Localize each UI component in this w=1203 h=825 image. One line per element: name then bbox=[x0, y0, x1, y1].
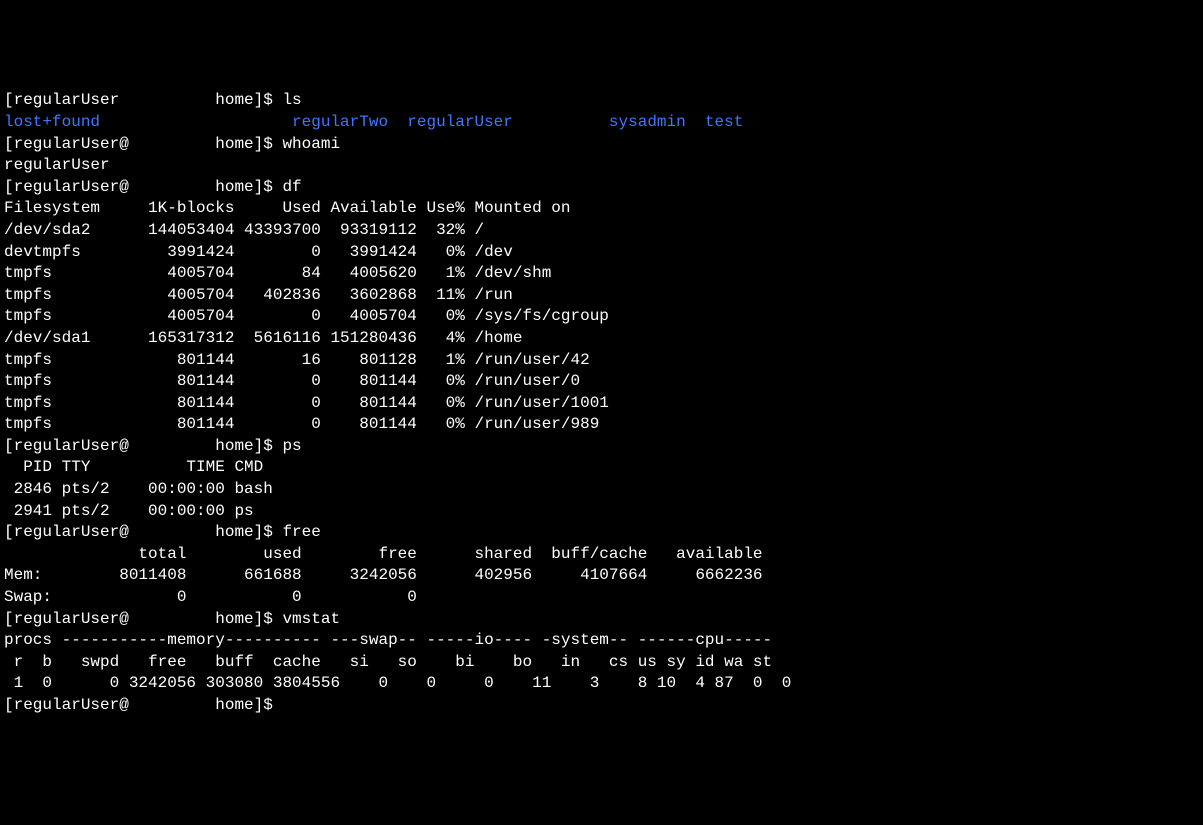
terminal-line: [regularUser@ home]$ df bbox=[4, 177, 1199, 199]
command-text: free bbox=[282, 523, 320, 541]
terminal-line: total used free shared buff/cache availa… bbox=[4, 544, 1199, 566]
terminal-line: tmpfs 4005704 0 4005704 0% /sys/fs/cgrou… bbox=[4, 306, 1199, 328]
directory-entry: sysadmin bbox=[609, 113, 705, 131]
terminal-line: procs -----------memory---------- ---swa… bbox=[4, 630, 1199, 652]
directory-entry: regularUser bbox=[407, 113, 609, 131]
terminal-line: lost+found regularTwo regularUser sysadm… bbox=[4, 112, 1199, 134]
terminal-line: tmpfs 4005704 402836 3602868 11% /run bbox=[4, 285, 1199, 307]
command-text: ls bbox=[282, 91, 301, 109]
terminal-line: tmpfs 801144 16 801128 1% /run/user/42 bbox=[4, 350, 1199, 372]
directory-entry: regularTwo bbox=[292, 113, 407, 131]
command-text: ps bbox=[282, 437, 301, 455]
terminal-line: [regularUser home]$ ls bbox=[4, 90, 1199, 112]
prompt-prefix: [regularUser@ home]$ bbox=[4, 178, 282, 196]
terminal-line: [regularUser@ home]$ bbox=[4, 695, 1199, 717]
terminal-line: tmpfs 801144 0 801144 0% /run/user/1001 bbox=[4, 393, 1199, 415]
prompt-prefix: [regularUser home]$ bbox=[4, 91, 282, 109]
terminal-line: 2941 pts/2 00:00:00 ps bbox=[4, 501, 1199, 523]
command-text: df bbox=[282, 178, 301, 196]
terminal-output[interactable]: [regularUser home]$ lslost+found regular… bbox=[4, 90, 1199, 716]
terminal-line: Swap: 0 0 0 bbox=[4, 587, 1199, 609]
command-text: whoami bbox=[282, 135, 340, 153]
prompt-prefix: [regularUser@ home]$ bbox=[4, 610, 282, 628]
terminal-line: regularUser bbox=[4, 155, 1199, 177]
terminal-line: Mem: 8011408 661688 3242056 402956 41076… bbox=[4, 565, 1199, 587]
terminal-line: /dev/sda2 144053404 43393700 93319112 32… bbox=[4, 220, 1199, 242]
terminal-line: devtmpfs 3991424 0 3991424 0% /dev bbox=[4, 242, 1199, 264]
command-text: vmstat bbox=[282, 610, 340, 628]
terminal-line: tmpfs 4005704 84 4005620 1% /dev/shm bbox=[4, 263, 1199, 285]
terminal-line: [regularUser@ home]$ whoami bbox=[4, 134, 1199, 156]
prompt-prefix: [regularUser@ home]$ bbox=[4, 135, 282, 153]
terminal-line: PID TTY TIME CMD bbox=[4, 457, 1199, 479]
terminal-line: r b swpd free buff cache si so bi bo in … bbox=[4, 652, 1199, 674]
terminal-line: 2846 pts/2 00:00:00 bash bbox=[4, 479, 1199, 501]
terminal-line: tmpfs 801144 0 801144 0% /run/user/989 bbox=[4, 414, 1199, 436]
terminal-line: /dev/sda1 165317312 5616116 151280436 4%… bbox=[4, 328, 1199, 350]
directory-entry: lost+found bbox=[4, 113, 292, 131]
prompt-prefix: [regularUser@ home]$ bbox=[4, 696, 282, 714]
terminal-line: [regularUser@ home]$ ps bbox=[4, 436, 1199, 458]
terminal-line: Filesystem 1K-blocks Used Available Use%… bbox=[4, 198, 1199, 220]
prompt-prefix: [regularUser@ home]$ bbox=[4, 523, 282, 541]
terminal-line: [regularUser@ home]$ free bbox=[4, 522, 1199, 544]
terminal-line: 1 0 0 3242056 303080 3804556 0 0 0 11 3 … bbox=[4, 673, 1199, 695]
terminal-line: tmpfs 801144 0 801144 0% /run/user/0 bbox=[4, 371, 1199, 393]
terminal-line: [regularUser@ home]$ vmstat bbox=[4, 609, 1199, 631]
directory-entry: test bbox=[705, 113, 743, 131]
prompt-prefix: [regularUser@ home]$ bbox=[4, 437, 282, 455]
